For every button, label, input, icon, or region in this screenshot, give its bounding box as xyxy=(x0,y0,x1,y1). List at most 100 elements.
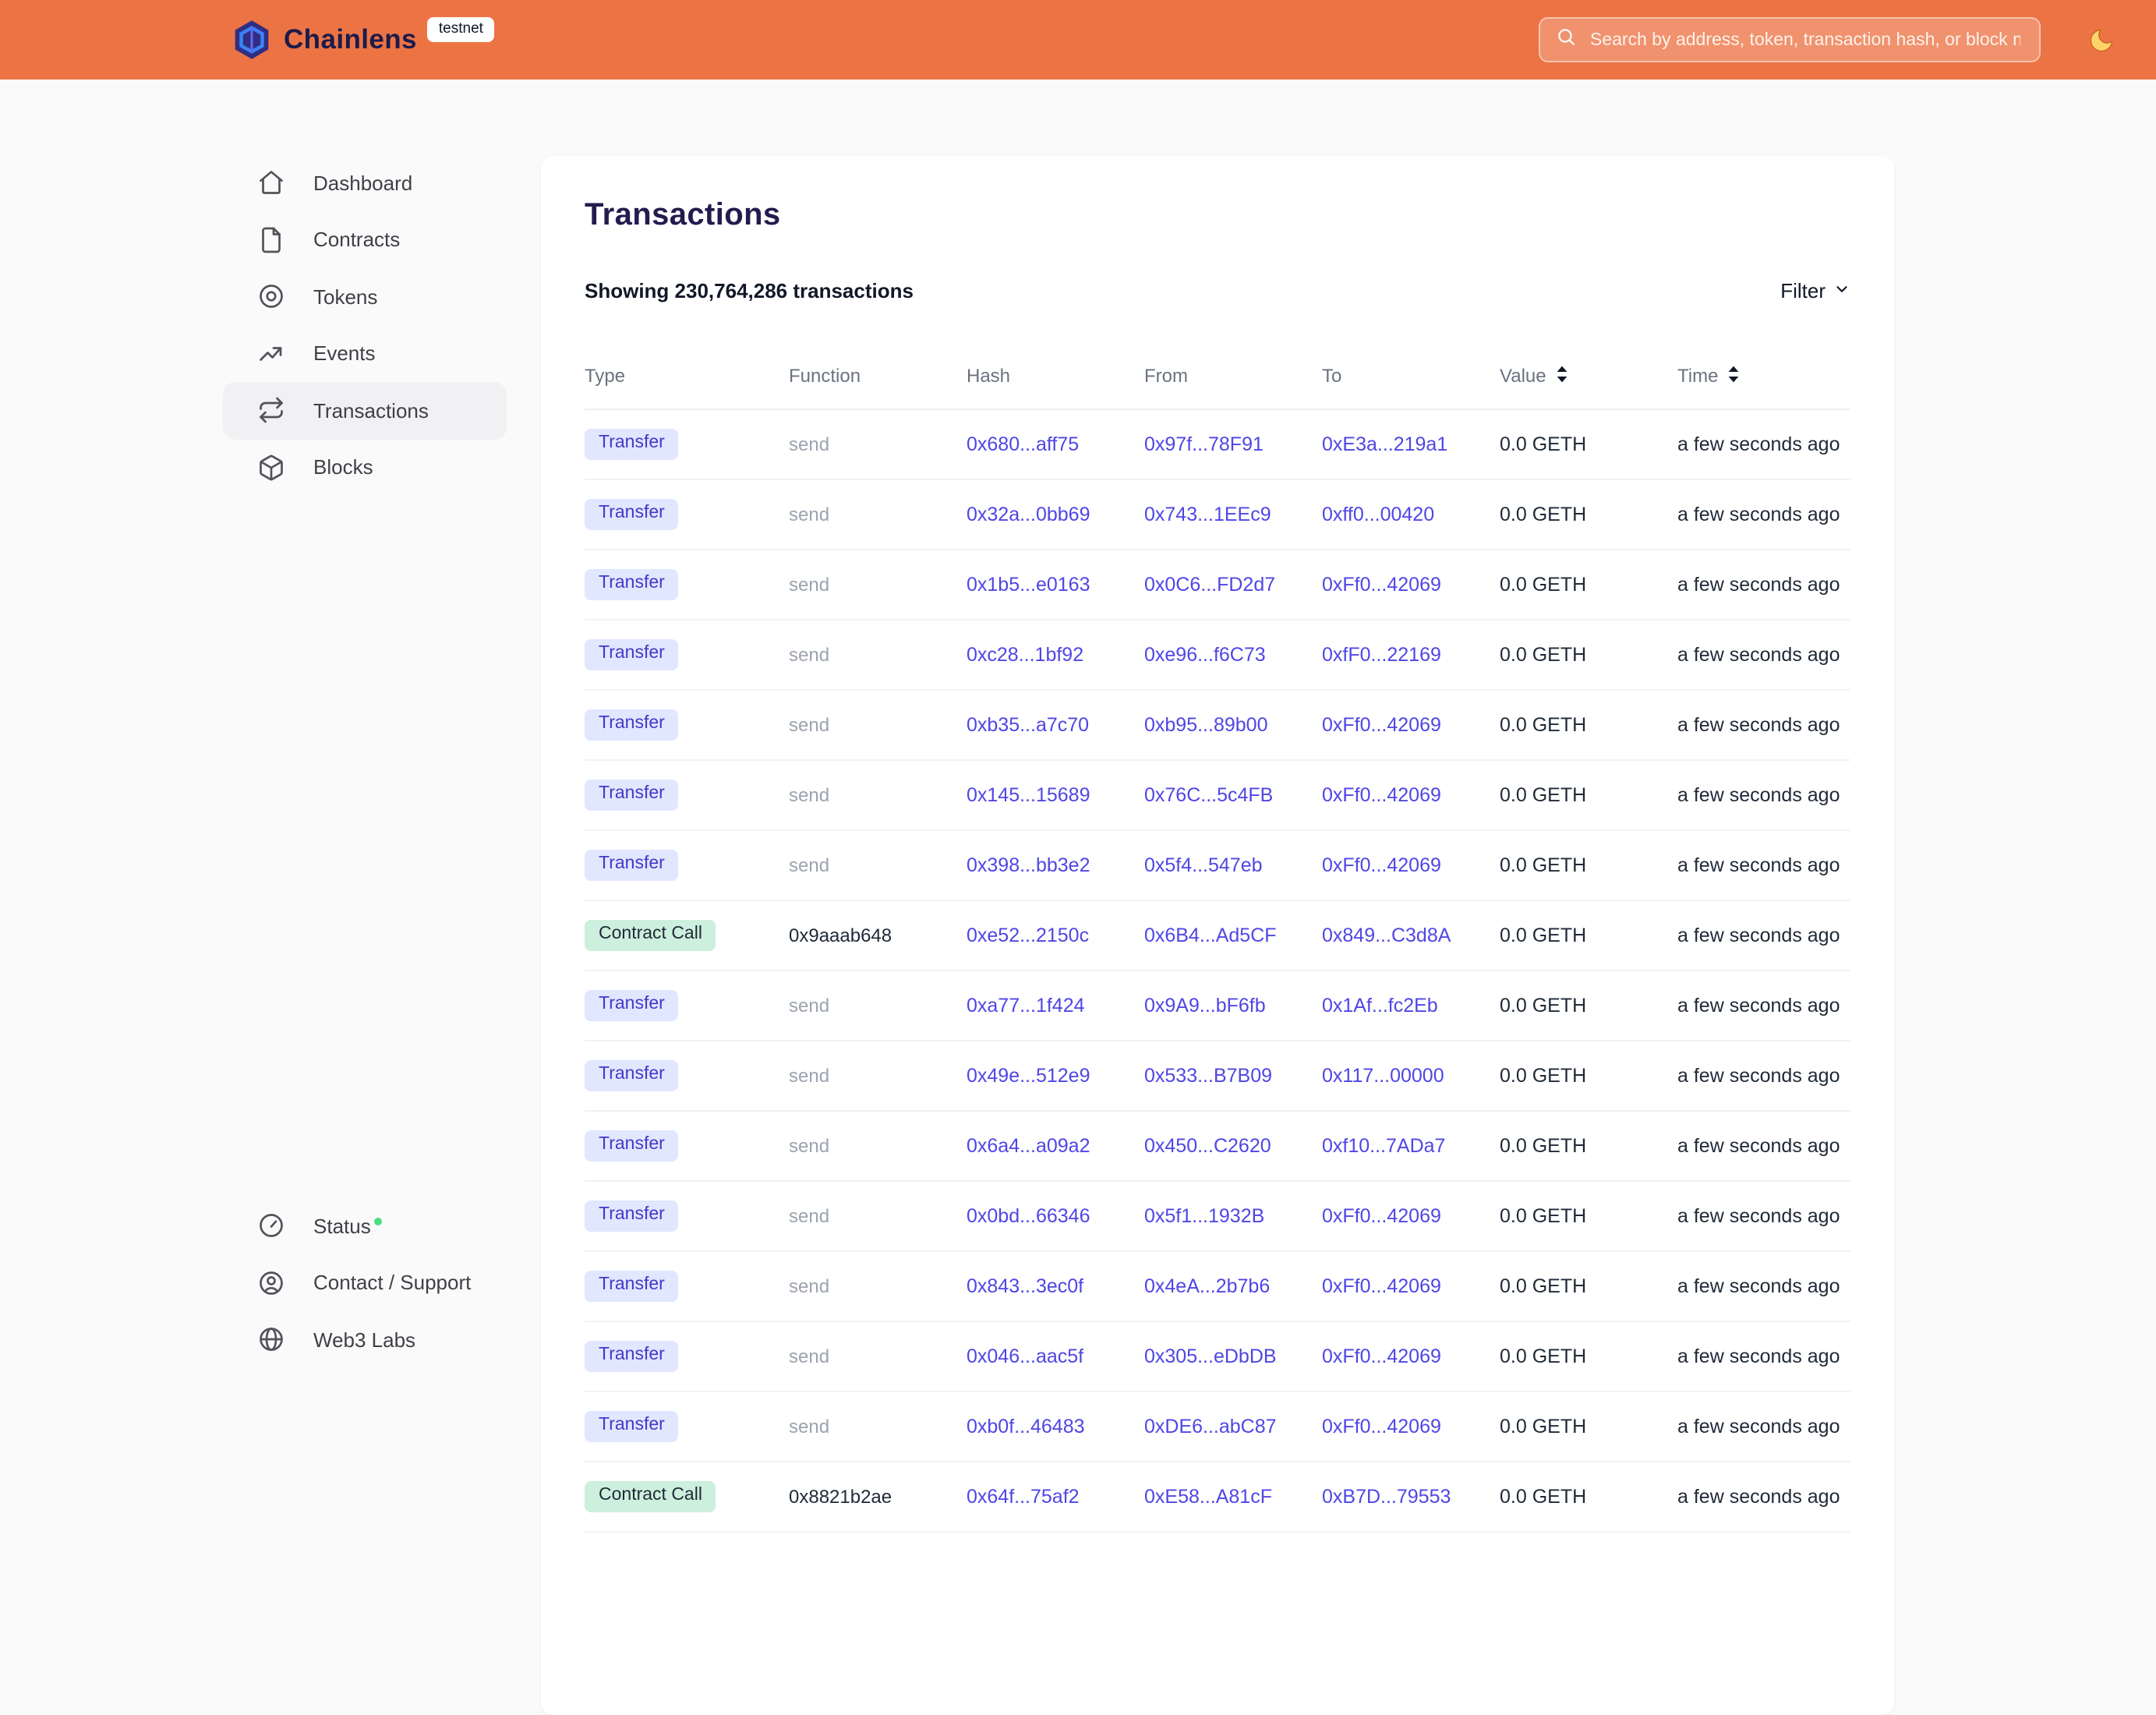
sort-icon[interactable] xyxy=(1726,364,1741,387)
from-address-link[interactable]: 0x305...eDbDB xyxy=(1144,1345,1277,1367)
to-cell: 0x849...C3d8A xyxy=(1322,925,1500,946)
from-address-link[interactable]: 0x5f1...1932B xyxy=(1144,1205,1264,1227)
to-address-link[interactable]: 0xB7D...79553 xyxy=(1322,1486,1451,1508)
from-address-link[interactable]: 0x0C6...FD2d7 xyxy=(1144,574,1275,596)
hash-link[interactable]: 0x843...3ec0f xyxy=(967,1275,1083,1297)
to-address-link[interactable]: 0x117...00000 xyxy=(1322,1065,1444,1087)
table-row: Transfer send 0x680...aff75 0x97f...78F9… xyxy=(585,410,1850,480)
sidebar-item-blocks[interactable]: Blocks xyxy=(223,439,507,496)
to-cell: 0xFf0...42069 xyxy=(1322,1345,1500,1367)
hash-link[interactable]: 0x398...bb3e2 xyxy=(967,854,1090,876)
to-cell: 0xFf0...42069 xyxy=(1322,1205,1500,1227)
sort-icon[interactable] xyxy=(1554,364,1570,387)
hash-link[interactable]: 0x32a...0bb69 xyxy=(967,504,1090,525)
to-address-link[interactable]: 0x849...C3d8A xyxy=(1322,925,1451,946)
type-badge: Contract Call xyxy=(585,921,716,951)
from-address-link[interactable]: 0x743...1EEc9 xyxy=(1144,504,1271,525)
filter-button[interactable]: Filter xyxy=(1780,278,1850,302)
hash-link[interactable]: 0x0bd...66346 xyxy=(967,1205,1090,1227)
sidebar-item-events[interactable]: Events xyxy=(223,325,507,382)
from-address-link[interactable]: 0xb95...89b00 xyxy=(1144,714,1268,736)
to-cell: 0xf10...7ADa7 xyxy=(1322,1135,1500,1157)
hash-link[interactable]: 0x680...aff75 xyxy=(967,433,1079,455)
user-circle-icon xyxy=(257,1269,285,1297)
hash-link[interactable]: 0xc28...1bf92 xyxy=(967,644,1083,666)
brand-home-link[interactable]: Chainlens testnet xyxy=(231,19,494,61)
type-cell: Transfer xyxy=(585,1061,789,1091)
to-address-link[interactable]: 0xFf0...42069 xyxy=(1322,1416,1441,1437)
hash-link[interactable]: 0x49e...512e9 xyxy=(967,1065,1090,1087)
column-header-time[interactable]: Time xyxy=(1677,364,1850,387)
dark-mode-toggle-moon-icon[interactable] xyxy=(2084,23,2119,57)
table-row: Transfer send 0x0bd...66346 0x5f1...1932… xyxy=(585,1182,1850,1252)
value-cell: 0.0 GETH xyxy=(1500,925,1677,946)
to-address-link[interactable]: 0x1Af...fc2Eb xyxy=(1322,995,1438,1017)
to-address-link[interactable]: 0xE3a...219a1 xyxy=(1322,433,1447,455)
sidebar-item-dashboard[interactable]: Dashboard xyxy=(223,154,507,211)
to-address-link[interactable]: 0xFf0...42069 xyxy=(1322,854,1441,876)
transactions-table: Type Function Hash From To Value Time xyxy=(585,343,1850,1533)
search-icon xyxy=(1556,26,1576,54)
from-address-link[interactable]: 0x6B4...Ad5CF xyxy=(1144,925,1277,946)
sidebar-item-status[interactable]: Status xyxy=(223,1197,507,1254)
sidebar-item-contracts[interactable]: Contracts xyxy=(223,211,507,268)
type-cell: Transfer xyxy=(585,1131,789,1162)
hash-link[interactable]: 0x6a4...a09a2 xyxy=(967,1135,1090,1157)
function-cell: send xyxy=(789,504,967,525)
sidebar-item-label: Dashboard xyxy=(313,172,412,195)
to-address-link[interactable]: 0xf10...7ADa7 xyxy=(1322,1135,1445,1157)
hash-cell: 0x843...3ec0f xyxy=(967,1275,1144,1297)
hash-link[interactable]: 0x1b5...e0163 xyxy=(967,574,1090,596)
to-address-link[interactable]: 0xFf0...42069 xyxy=(1322,1345,1441,1367)
value-cell: 0.0 GETH xyxy=(1500,854,1677,876)
from-address-link[interactable]: 0x533...B7B09 xyxy=(1144,1065,1272,1087)
from-address-link[interactable]: 0xDE6...abC87 xyxy=(1144,1416,1277,1437)
from-address-link[interactable]: 0x97f...78F91 xyxy=(1144,433,1264,455)
from-address-link[interactable]: 0x5f4...547eb xyxy=(1144,854,1263,876)
table-row: Transfer send 0xb0f...46483 0xDE6...abC8… xyxy=(585,1392,1850,1462)
from-address-link[interactable]: 0x9A9...bF6fb xyxy=(1144,995,1266,1017)
value-cell: 0.0 GETH xyxy=(1500,995,1677,1017)
home-icon xyxy=(257,169,285,197)
table-row: Transfer send 0x49e...512e9 0x533...B7B0… xyxy=(585,1041,1850,1112)
from-cell: 0x4eA...2b7b6 xyxy=(1144,1275,1322,1297)
sidebar-item-web3-labs[interactable]: Web3 Labs xyxy=(223,1311,507,1368)
from-address-link[interactable]: 0xe96...f6C73 xyxy=(1144,644,1266,666)
search-bar[interactable] xyxy=(1539,17,2041,62)
hash-link[interactable]: 0xa77...1f424 xyxy=(967,995,1085,1017)
hash-link[interactable]: 0xe52...2150c xyxy=(967,925,1089,946)
value-cell: 0.0 GETH xyxy=(1500,1275,1677,1297)
table-body: Transfer send 0x680...aff75 0x97f...78F9… xyxy=(585,410,1850,1533)
hash-cell: 0xe52...2150c xyxy=(967,925,1144,946)
from-address-link[interactable]: 0x4eA...2b7b6 xyxy=(1144,1275,1270,1297)
from-address-link[interactable]: 0x76C...5c4FB xyxy=(1144,784,1273,806)
search-input[interactable] xyxy=(1587,29,2023,51)
to-cell: 0xFf0...42069 xyxy=(1322,854,1500,876)
type-badge: Contract Call xyxy=(585,1482,716,1512)
hash-link[interactable]: 0x64f...75af2 xyxy=(967,1486,1080,1508)
to-address-link[interactable]: 0xFf0...42069 xyxy=(1322,784,1441,806)
sidebar-item-transactions[interactable]: Transactions xyxy=(223,382,507,439)
repeat-icon xyxy=(257,397,285,425)
column-header-value[interactable]: Value xyxy=(1500,364,1677,387)
time-cell: a few seconds ago xyxy=(1677,504,1850,525)
to-address-link[interactable]: 0xff0...00420 xyxy=(1322,504,1434,525)
sidebar-item-label: Contact / Support xyxy=(313,1271,471,1295)
hash-link[interactable]: 0x046...aac5f xyxy=(967,1345,1083,1367)
from-address-link[interactable]: 0x450...C2620 xyxy=(1144,1135,1271,1157)
to-address-link[interactable]: 0xfF0...22169 xyxy=(1322,644,1441,666)
to-address-link[interactable]: 0xFf0...42069 xyxy=(1322,1275,1441,1297)
hash-link[interactable]: 0xb0f...46483 xyxy=(967,1416,1085,1437)
hash-link[interactable]: 0xb35...a7c70 xyxy=(967,714,1089,736)
from-address-link[interactable]: 0xE58...A81cF xyxy=(1144,1486,1272,1508)
sidebar-item-label: Contracts xyxy=(313,228,400,252)
to-address-link[interactable]: 0xFf0...42069 xyxy=(1322,714,1441,736)
type-badge: Transfer xyxy=(585,430,679,460)
sidebar-item-contact-support[interactable]: Contact / Support xyxy=(223,1254,507,1311)
to-address-link[interactable]: 0xFf0...42069 xyxy=(1322,1205,1441,1227)
sidebar-item-tokens[interactable]: Tokens xyxy=(223,268,507,325)
hash-link[interactable]: 0x145...15689 xyxy=(967,784,1090,806)
to-address-link[interactable]: 0xFf0...42069 xyxy=(1322,574,1441,596)
function-cell: send xyxy=(789,1416,967,1437)
to-cell: 0xFf0...42069 xyxy=(1322,784,1500,806)
